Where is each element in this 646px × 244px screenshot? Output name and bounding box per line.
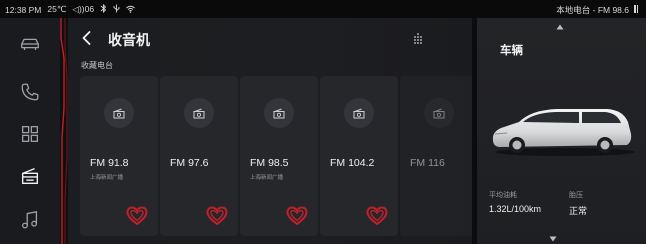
- station-frequency: FM 91.8: [90, 157, 129, 169]
- dots-grid-icon[interactable]: [412, 32, 424, 44]
- station-list: FM 91.8 上海新闻广播 FM 97.6 FM 98.5 上海新闻广播 FM: [80, 76, 472, 236]
- radio-icon: [184, 98, 214, 128]
- fuel-value: 1.32L/100km: [489, 204, 542, 214]
- station-frequency: FM 98.5: [250, 157, 289, 169]
- heart-icon[interactable]: [206, 206, 228, 226]
- radio-panel: 收音机 收藏电台 FM 91.8 上海新闻广播 FM 97.6 FM 98.5 …: [68, 18, 472, 244]
- usb-icon: [113, 4, 120, 15]
- section-label: 收藏电台: [81, 61, 113, 70]
- nav-music[interactable]: [14, 204, 46, 236]
- music-note-icon: [22, 210, 38, 229]
- radio-icon: [344, 98, 374, 128]
- radio-icon: [104, 98, 134, 128]
- side-nav: [0, 18, 60, 244]
- station-name: 上海新闻广播: [250, 175, 284, 181]
- station-card[interactable]: FM 104.2: [320, 76, 398, 236]
- page-title: 收音机: [108, 32, 150, 48]
- now-playing-station[interactable]: 本地电台 - FM 98.6: [556, 4, 629, 16]
- nav-phone[interactable]: [14, 76, 46, 108]
- station-card[interactable]: FM 116: [400, 76, 472, 236]
- station-frequency: FM 97.6: [170, 157, 209, 169]
- heart-icon[interactable]: [126, 206, 148, 226]
- panel-title: 车辆: [500, 45, 523, 57]
- car-image: [492, 109, 635, 156]
- bluetooth-icon: [100, 3, 107, 15]
- station-card[interactable]: FM 97.6: [160, 76, 238, 236]
- caret-down-icon[interactable]: [549, 236, 557, 242]
- fuel-label: 平均油耗: [489, 192, 517, 199]
- car-icon: [21, 38, 39, 50]
- tire-pressure-label: 胎压: [569, 192, 583, 199]
- station-frequency: FM 104.2: [330, 157, 375, 169]
- accent-divider: [60, 18, 68, 244]
- grid-icon: [22, 126, 38, 142]
- nav-apps[interactable]: [14, 118, 46, 150]
- phone-icon: [21, 83, 39, 101]
- station-frequency: FM 116: [410, 157, 445, 169]
- status-bar: 12:38 PM 25℃ ◁))06 本地电台 - FM 98.6: [0, 0, 646, 18]
- station-name: 上海新闻广播: [90, 175, 124, 181]
- wifi-icon: [126, 5, 135, 15]
- radio-icon: [264, 98, 294, 128]
- radio-icon: [424, 98, 454, 128]
- heart-icon[interactable]: [286, 206, 308, 226]
- station-card[interactable]: FM 98.5 上海新闻广播: [240, 76, 318, 236]
- tire-pressure-value: 正常: [569, 206, 588, 216]
- nav-vehicle[interactable]: [14, 28, 46, 60]
- radio-icon: [21, 168, 39, 185]
- playing-bars-icon: [633, 5, 638, 15]
- caret-up-icon[interactable]: [556, 24, 564, 30]
- back-button[interactable]: [80, 30, 94, 46]
- nav-radio[interactable]: [14, 160, 46, 192]
- vehicle-panel[interactable]: 车辆 平均油耗 1.32L/100km 胎压 正常: [477, 18, 646, 244]
- station-card[interactable]: FM 91.8 上海新闻广播: [80, 76, 158, 236]
- temperature: 25℃: [47, 4, 67, 14]
- volume-indicator: ◁))06: [72, 4, 95, 14]
- clock: 12:38 PM: [5, 4, 42, 15]
- heart-icon[interactable]: [366, 206, 388, 226]
